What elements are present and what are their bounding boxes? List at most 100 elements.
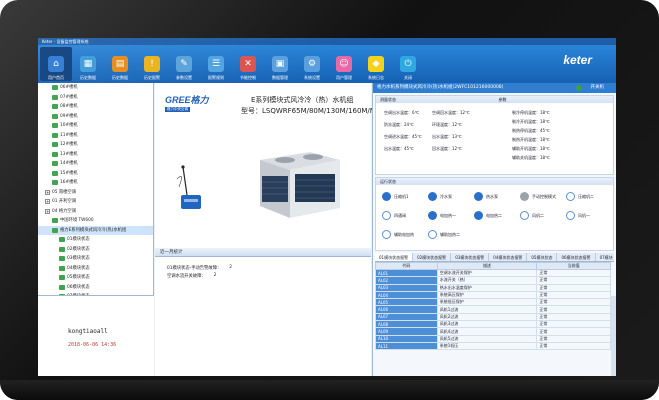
tree-item[interactable]: 07#楼机: [38, 93, 153, 103]
toolbar-button-7[interactable]: ▣ 数据管理: [264, 47, 296, 81]
table-row[interactable]: AL05 系统低压保护 正常: [375, 298, 611, 307]
expand-icon[interactable]: +: [45, 189, 50, 195]
tree-item[interactable]: 06#楼机: [38, 83, 153, 93]
tree-item[interactable]: +04 格力空调: [38, 207, 153, 217]
user-icon: ☺: [336, 56, 352, 72]
run-status-label: 电加热一: [440, 212, 456, 218]
tree-item[interactable]: +05 南楼空调: [38, 188, 153, 198]
tab-alarm-0[interactable]: 01模块状态报警: [375, 253, 414, 261]
table-row[interactable]: AL08 风机3过流 正常: [375, 320, 611, 329]
cell-desc: 风机5过流: [436, 334, 538, 343]
column-header[interactable]: 描述: [436, 262, 538, 270]
toolbar-button-11[interactable]: ⏻ 关闭: [392, 47, 424, 81]
toolbar-button-0[interactable]: ⌂ 用户首页: [40, 47, 72, 81]
tree-item[interactable]: 05模块状态: [38, 273, 153, 283]
measure-label: 空调回水温度：: [432, 110, 460, 115]
table-row[interactable]: AL01 空调水流开关保护 正常: [375, 268, 611, 278]
settings-icon: ✎: [176, 56, 192, 72]
cell-code: AL03: [375, 283, 438, 292]
column-header[interactable]: 代码: [375, 262, 438, 270]
table-row[interactable]: AL07 风机2过流 正常: [375, 312, 611, 322]
table-scrollbar[interactable]: [611, 296, 616, 376]
toolbar-label: 参数设置: [176, 75, 192, 80]
tab-alarm-3[interactable]: 04模块状态报警: [489, 253, 528, 261]
cell-code: AL07: [375, 312, 438, 322]
expand-icon[interactable]: +: [45, 199, 50, 205]
main-toolbar: ⌂ 用户首页 ▦ 历史数据 ▤ 历史数据! 历史报警 ✎ 参数设置 ☰ 报警规则 ✕ 节能控制 ▣ 数据管理…: [38, 45, 616, 83]
toolbar-button-5[interactable]: ☰ 报警规则: [200, 47, 232, 81]
toolbar-button-9[interactable]: ☺ 用户管理: [328, 47, 360, 81]
toolbar-button-8[interactable]: ⚙ 系统设置: [296, 47, 328, 81]
tree-item[interactable]: 02模块状态: [38, 245, 153, 255]
tree-item[interactable]: 格力E系列模块式风冷冷(热)水机组: [38, 225, 153, 235]
tree-item[interactable]: 03模块状态: [38, 254, 153, 264]
tree-item-label: 04 格力空调: [52, 208, 77, 214]
device-node-icon: [52, 151, 58, 157]
clock-panel: kongtiaoall 2018-06-06 14:36: [38, 295, 154, 376]
run-status-item: 电加热二: [474, 211, 502, 220]
tree-item[interactable]: 10#楼机: [38, 121, 153, 131]
device-tree[interactable]: 06#楼机 07#楼机 08#楼机 09#楼机 10#楼机 11#楼机 12#楼机 13#楼机…: [38, 83, 154, 295]
tree-item[interactable]: 09#楼机: [38, 112, 153, 122]
tree-item[interactable]: 12#楼机: [38, 140, 153, 150]
tree-item[interactable]: 15#楼机: [38, 169, 153, 179]
product-panel: GREE格力 格力中央空调 E系列模块式风冷冷（热）水机组 型号：LSQWRF6…: [155, 83, 379, 248]
tab-alarm-4[interactable]: 05模块状态: [527, 253, 558, 261]
tree-item[interactable]: 01模块状态: [38, 235, 153, 245]
tree-item[interactable]: 11#楼机: [38, 131, 153, 141]
measure-value: 45℃: [412, 134, 422, 139]
table-row[interactable]: AL09 风机4过流 正常: [375, 327, 611, 336]
brand-logo: keter: [563, 53, 592, 67]
tree-item[interactable]: 08#楼机: [38, 102, 153, 112]
device-node-icon: [52, 180, 58, 186]
table-row[interactable]: AL04 系统高压保护 正常: [375, 290, 611, 300]
tab-alarm-1[interactable]: 02模块状态报警: [413, 253, 452, 261]
run-status-item: 压缩机1: [382, 192, 409, 201]
tree-item[interactable]: 14#楼机: [38, 159, 153, 169]
tree-item[interactable]: +01 开利空调: [38, 197, 153, 207]
play-icon: [474, 192, 483, 201]
table-row[interactable]: AL02 水流开关（热） 正常: [375, 276, 611, 285]
cell-code: AL02: [375, 276, 438, 285]
toolbar-button-3[interactable]: ! 历史报警: [136, 47, 168, 81]
measure-item: 出水温度：45℃: [384, 146, 414, 152]
mode-icon: [520, 192, 529, 201]
measure-label: 回水温度：: [432, 146, 452, 151]
run-status-label: 压缩机1: [394, 193, 409, 199]
device-node-icon: [59, 275, 65, 281]
toolbar-button-6[interactable]: ✕ 节能控制: [232, 47, 264, 81]
database-icon: ▤: [112, 56, 128, 72]
toolbar-label: 报警规则: [208, 75, 224, 80]
run-status-label: 电加热二: [486, 212, 502, 218]
tools-icon: ✕: [240, 56, 256, 72]
toolbar-button-2[interactable]: ▤ 历史数据: [104, 47, 136, 81]
device-node-icon: [52, 85, 58, 91]
tree-item[interactable]: 06模块状态: [38, 283, 153, 293]
toolbar-label: 节能控制: [240, 75, 256, 80]
column-header[interactable]: 当前值: [536, 262, 611, 270]
tree-item[interactable]: 中国环境 TW600: [38, 216, 153, 226]
device-node-icon: [52, 142, 58, 148]
tree-item-label: 04模块状态: [67, 265, 90, 271]
table-row[interactable]: AL06 风机1过流 正常: [375, 305, 611, 314]
tree-item[interactable]: 04模块状态: [38, 264, 153, 274]
tab-alarm-5[interactable]: 06模块状态报警: [557, 253, 596, 261]
cell-code: AL08: [375, 320, 438, 329]
cell-value: 正常: [536, 290, 611, 300]
tree-item[interactable]: 16#楼机: [38, 178, 153, 188]
tree-item[interactable]: 13#楼机: [38, 150, 153, 160]
toolbar-button-1[interactable]: ▦ 历史数据: [72, 47, 104, 81]
measure-value: 6℃: [412, 110, 420, 115]
toolbar-button-10[interactable]: ◆ 系统日志: [360, 47, 392, 81]
tab-alarm-2[interactable]: 03模块状态报警: [451, 253, 490, 261]
table-row[interactable]: AL03 热水出水温度保护 正常: [375, 283, 611, 292]
rules-icon: ☰: [208, 56, 224, 72]
tree-item-label: 08#楼机: [60, 104, 78, 109]
table-row[interactable]: AL10 风机5过流 正常: [375, 334, 611, 343]
expand-icon[interactable]: +: [45, 208, 50, 214]
monitor-bezel: [0, 380, 659, 400]
param-item: 制冷开机温度：18℃: [512, 119, 550, 125]
toolbar-button-4[interactable]: ✎ 参数设置: [168, 47, 200, 81]
tab-alarm-6[interactable]: 07模块: [596, 253, 616, 261]
table-row[interactable]: AL11 系统1低压 正常: [375, 341, 611, 351]
